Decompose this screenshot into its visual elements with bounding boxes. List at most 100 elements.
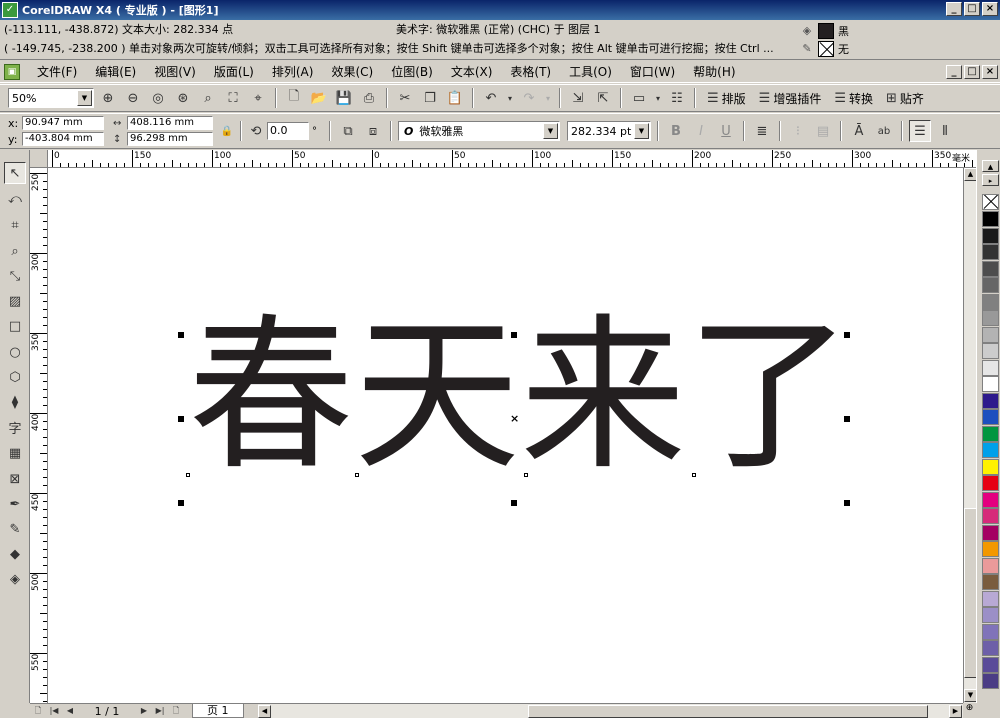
- palette-color-swatch[interactable]: [982, 310, 999, 326]
- navigator-icon[interactable]: ⊕: [963, 703, 976, 718]
- character-node[interactable]: [186, 473, 190, 477]
- page-tab-1[interactable]: 页 1: [192, 704, 244, 718]
- layout-button[interactable]: ☰ 排版: [702, 87, 751, 109]
- menu-layout[interactable]: 版面(L): [205, 62, 263, 82]
- palette-color-swatch[interactable]: [982, 343, 999, 359]
- interactive-blend-tool-icon[interactable]: ⊠: [4, 468, 26, 490]
- palette-color-swatch[interactable]: [982, 623, 999, 640]
- character-node[interactable]: [355, 473, 359, 477]
- freehand-tool-icon[interactable]: ⤡: [4, 265, 26, 287]
- welcome-screen-icon[interactable]: ☷: [666, 87, 688, 109]
- selection-handle-top-left[interactable]: [178, 332, 184, 338]
- character-node[interactable]: [692, 473, 696, 477]
- palette-no-color-swatch[interactable]: [982, 194, 999, 210]
- redo-dropdown-icon[interactable]: ▾: [543, 87, 553, 109]
- outline-info[interactable]: ✎ 无: [800, 40, 860, 58]
- horizontal-alignment-icon[interactable]: ≣: [751, 120, 773, 142]
- horizontal-scroll-thumb[interactable]: [528, 705, 928, 718]
- scroll-left-arrow-icon[interactable]: ◀: [258, 705, 271, 718]
- menu-window[interactable]: 窗口(W): [621, 62, 684, 82]
- doc-close-button[interactable]: ×: [982, 65, 998, 79]
- eyedropper-tool-icon[interactable]: ✒: [4, 493, 26, 515]
- doc-restore-button[interactable]: □: [964, 65, 980, 79]
- add-page-after-icon[interactable]: 🗋: [168, 704, 184, 718]
- horizontal-scrollbar[interactable]: ◀ ▶: [258, 703, 963, 718]
- fill-tool-icon[interactable]: ◆: [4, 543, 26, 565]
- vertical-scrollbar[interactable]: ▲ ▼: [963, 168, 977, 703]
- palette-color-swatch[interactable]: [982, 491, 999, 508]
- underline-button[interactable]: U: [715, 120, 737, 142]
- menu-help[interactable]: 帮助(H): [684, 62, 744, 82]
- x-position-input[interactable]: 90.947 mm: [22, 116, 104, 130]
- export-icon[interactable]: ⇱: [592, 87, 614, 109]
- shape-tool-icon[interactable]: ⤺: [4, 188, 26, 210]
- palette-color-swatch[interactable]: [982, 541, 999, 557]
- zoom-selected-icon[interactable]: ◎: [147, 87, 169, 109]
- doc-minimize-button[interactable]: _: [946, 65, 962, 79]
- menu-view[interactable]: 视图(V): [145, 62, 205, 82]
- zoom-page-height-icon[interactable]: ⌖: [247, 87, 269, 109]
- lock-ratio-icon[interactable]: 🔒: [220, 120, 234, 142]
- crop-tool-icon[interactable]: ⌗: [4, 214, 26, 236]
- first-page-icon[interactable]: |◀: [46, 704, 62, 718]
- artistic-text-object[interactable]: 春天来了: [188, 314, 852, 480]
- zoom-page-icon[interactable]: ⌕: [197, 87, 219, 109]
- rotation-input[interactable]: 0.0: [267, 122, 309, 140]
- horizontal-text-icon[interactable]: ☰: [909, 120, 931, 142]
- palette-color-swatch[interactable]: [982, 392, 999, 409]
- character-formatting-icon[interactable]: ab: [873, 120, 895, 142]
- coreldraw-app-icon[interactable]: ✓: [2, 2, 18, 18]
- vertical-ruler[interactable]: 250 300 350 400 450 500 550: [30, 168, 48, 703]
- open-folder-icon[interactable]: 📂: [308, 87, 330, 109]
- import-icon[interactable]: ⇲: [567, 87, 589, 109]
- drop-cap-icon[interactable]: ▤: [812, 120, 834, 142]
- bullet-list-icon[interactable]: ⁝: [787, 120, 809, 142]
- selection-handle-bottom-left[interactable]: [178, 500, 184, 506]
- scroll-right-arrow-icon[interactable]: ▶: [949, 705, 962, 718]
- palette-color-swatch[interactable]: [982, 359, 999, 376]
- undo-dropdown-icon[interactable]: ▾: [505, 87, 515, 109]
- menu-effects[interactable]: 效果(C): [322, 62, 382, 82]
- palette-color-swatch[interactable]: [982, 326, 999, 343]
- palette-color-swatch[interactable]: [982, 673, 999, 689]
- menu-edit[interactable]: 编辑(E): [86, 62, 145, 82]
- edit-text-icon[interactable]: Ā: [848, 120, 870, 142]
- table-tool-icon[interactable]: ▦: [4, 442, 26, 464]
- palette-color-swatch[interactable]: [982, 244, 999, 260]
- palette-color-swatch[interactable]: [982, 425, 999, 442]
- print-icon[interactable]: ⎙: [358, 87, 380, 109]
- zoom-in-icon[interactable]: ⊕: [97, 87, 119, 109]
- document-icon[interactable]: ▣: [4, 63, 20, 80]
- fill-info[interactable]: ◈ 黑: [800, 22, 860, 40]
- palette-color-swatch[interactable]: [982, 376, 999, 392]
- selection-handle-bottom-right[interactable]: [844, 500, 850, 506]
- font-size-combo[interactable]: 282.334 pt ▼: [567, 121, 651, 141]
- ellipse-tool-icon[interactable]: ○: [4, 341, 26, 363]
- font-family-combo[interactable]: O 微软雅黑 ▼: [398, 121, 560, 141]
- add-page-before-icon[interactable]: 🗋: [30, 704, 46, 718]
- copy-icon[interactable]: ❐: [419, 87, 441, 109]
- palette-flyout-icon[interactable]: ▸: [982, 174, 999, 186]
- palette-color-swatch[interactable]: [982, 293, 999, 310]
- zoom-tool-icon[interactable]: ⌕: [4, 240, 26, 262]
- font-size-dropdown-arrow-icon[interactable]: ▼: [634, 123, 649, 139]
- palette-color-swatch[interactable]: [982, 557, 999, 574]
- zoom-page-width-icon[interactable]: ⛶: [222, 87, 244, 109]
- palette-color-swatch[interactable]: [982, 409, 999, 425]
- smart-fill-tool-icon[interactable]: ▨: [4, 290, 26, 312]
- horizontal-ruler[interactable]: 毫米 0 150 100 50 0 50 100 150 200 250 300 350: [30, 150, 976, 168]
- palette-color-swatch[interactable]: [982, 640, 999, 656]
- cut-icon[interactable]: ✂: [394, 87, 416, 109]
- undo-icon[interactable]: ↶: [480, 87, 502, 109]
- rectangle-tool-icon[interactable]: □: [4, 315, 26, 337]
- minimize-button[interactable]: _: [946, 2, 962, 16]
- polygon-tool-icon[interactable]: ⬡: [4, 366, 26, 388]
- palette-scroll-up-icon[interactable]: ▲: [982, 160, 999, 172]
- font-dropdown-arrow-icon[interactable]: ▼: [543, 123, 558, 139]
- palette-color-swatch[interactable]: [982, 656, 999, 673]
- italic-button[interactable]: I: [690, 120, 712, 142]
- palette-color-swatch[interactable]: [982, 442, 999, 458]
- interactive-fill-tool-icon[interactable]: ◈: [4, 568, 26, 590]
- palette-color-swatch[interactable]: [982, 524, 999, 541]
- zoom-out-icon[interactable]: ⊖: [122, 87, 144, 109]
